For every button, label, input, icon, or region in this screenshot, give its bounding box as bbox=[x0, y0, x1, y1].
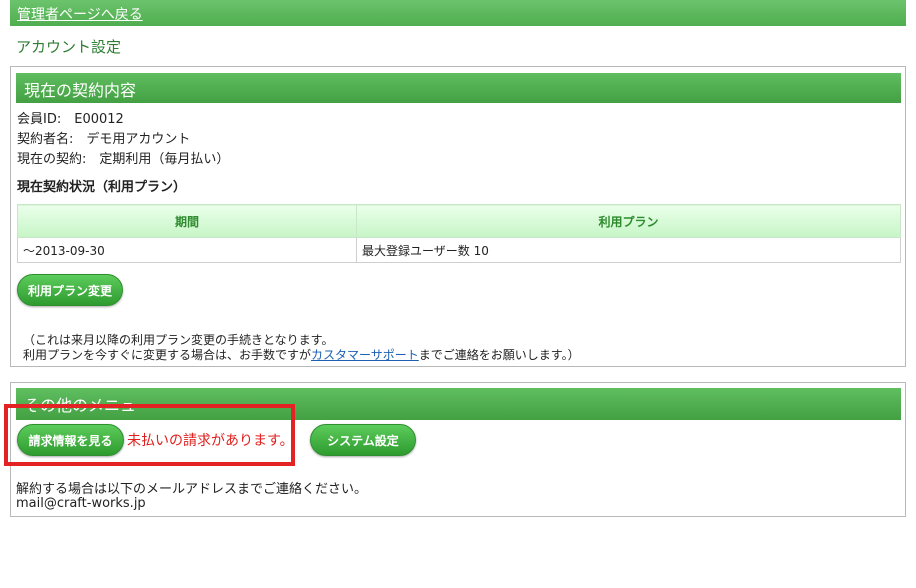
customer-support-link[interactable]: カスタマーサポート bbox=[311, 348, 419, 362]
highlight-box bbox=[4, 404, 295, 466]
note-text: 利用プランを今すぐに変更する場合は、お手数ですが bbox=[23, 348, 312, 362]
contract-panel: 現在の契約内容 会員ID: E00012 契約者名: デモ用アカウント 現在の契… bbox=[10, 66, 906, 367]
cancel-instructions: 解約する場合は以下のメールアドレスまでご連絡ください。 bbox=[16, 482, 368, 497]
contact-email: mail@craft-works.jp bbox=[16, 496, 146, 511]
page-title: アカウント設定 bbox=[16, 38, 122, 56]
contract-status-heading: 現在契約状況（利用プラン） bbox=[17, 180, 187, 195]
current-contract-text: 現在の契約: 定期利用（毎月払い） bbox=[17, 152, 230, 167]
member-id-text: 会員ID: E00012 bbox=[17, 112, 124, 127]
table-cell-plan: 最大登録ユーザー数 10 bbox=[356, 237, 901, 263]
contractor-name-text: 契約者名: デモ用アカウント bbox=[17, 132, 191, 147]
table-row: ～2013-09-30 最大登録ユーザー数 10 bbox=[17, 237, 901, 263]
table-cell-period: ～2013-09-30 bbox=[17, 237, 357, 263]
column-header-plan: 利用プラン bbox=[356, 204, 901, 238]
contract-panel-heading: 現在の契約内容 bbox=[16, 73, 901, 103]
back-to-admin-link[interactable]: 管理者ページへ戻る bbox=[17, 4, 143, 24]
column-header-period: 期間 bbox=[17, 204, 357, 238]
plan-table: 期間 利用プラン ～2013-09-30 最大登録ユーザー数 10 bbox=[17, 204, 901, 263]
top-bar: 管理者ページへ戻る bbox=[10, 0, 906, 26]
system-settings-button[interactable]: システム設定 bbox=[310, 424, 416, 456]
change-plan-button[interactable]: 利用プラン変更 bbox=[17, 274, 123, 306]
note-text-end: までご連絡をお願いします。） bbox=[418, 348, 580, 362]
plan-change-note-line2: 利用プランを今すぐに変更する場合は、お手数ですがカスタマーサポートまでご連絡をお… bbox=[23, 346, 580, 363]
